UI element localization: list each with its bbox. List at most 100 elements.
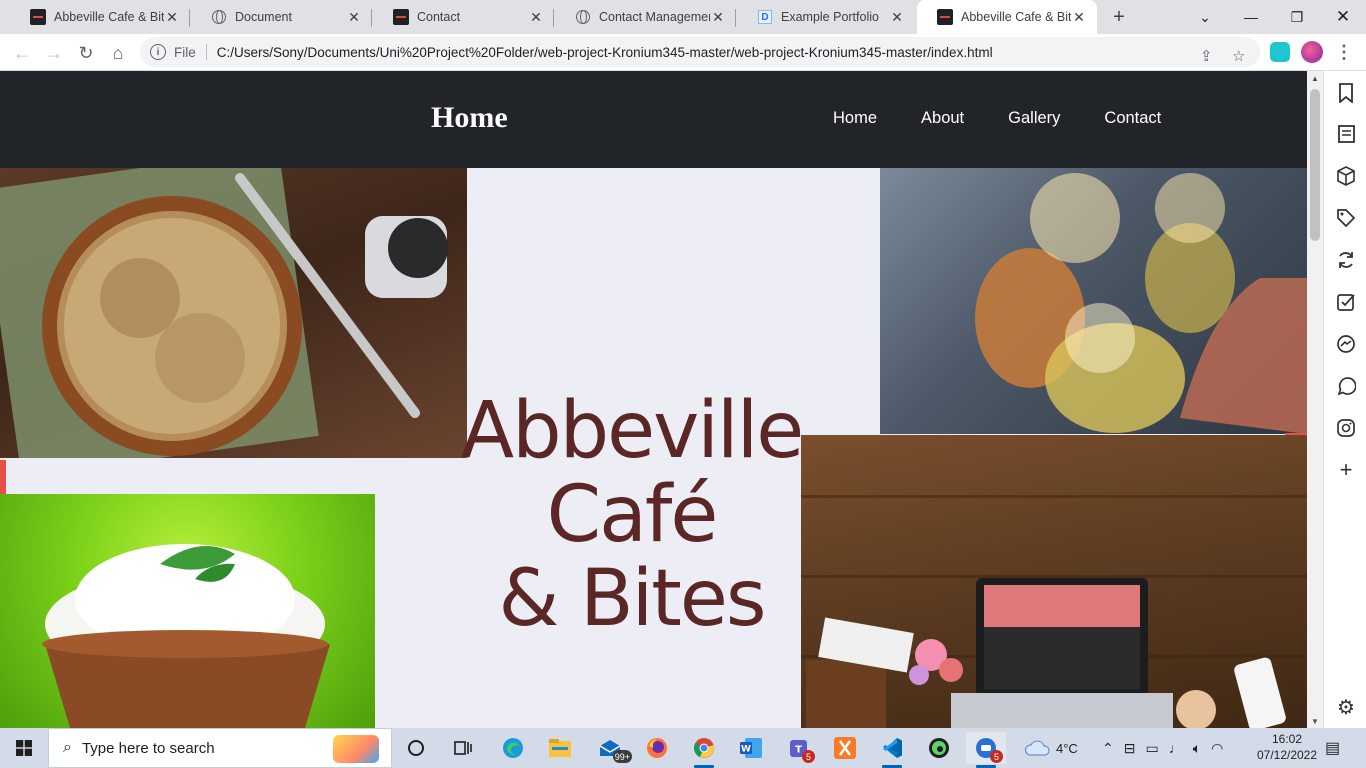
reading-list-icon[interactable] <box>1334 122 1358 146</box>
back-button[interactable]: ← <box>8 39 36 67</box>
tab-close-icon[interactable]: ✕ <box>346 9 362 25</box>
task-view-icon[interactable] <box>443 732 483 764</box>
wifi-icon[interactable]: ◠ <box>1211 740 1223 757</box>
clock-time: 16:02 <box>1271 732 1303 746</box>
teams-icon[interactable]: T 5 <box>778 732 818 764</box>
cortana-icon[interactable] <box>396 732 436 764</box>
checklist-icon[interactable] <box>1334 290 1358 314</box>
profile-avatar[interactable] <box>1301 41 1323 63</box>
info-icon[interactable]: i <box>150 44 166 60</box>
edge-icon[interactable] <box>493 732 533 764</box>
tab-close-icon[interactable]: ✕ <box>710 9 726 25</box>
tab-title: Example Portfolio <box>781 10 879 24</box>
tab-document[interactable]: Document ✕ <box>191 0 372 34</box>
weather-widget[interactable]: 4°C <box>1024 728 1078 768</box>
photo-laptop-desk <box>801 435 1307 728</box>
instagram-icon[interactable] <box>1334 416 1358 440</box>
scheme-label: File <box>174 44 196 60</box>
new-tab-button[interactable]: + <box>1108 6 1130 28</box>
teams-badge: 5 <box>802 750 815 763</box>
restore-button[interactable]: ❐ <box>1274 0 1320 34</box>
hero-title-line-1: Abbeville <box>460 386 805 476</box>
tab-contact-management[interactable]: Contact Management ✕ <box>555 0 736 34</box>
home-button[interactable]: ⌂ <box>104 39 132 67</box>
notification-icon[interactable]: ▤ <box>1325 728 1340 768</box>
tab-close-icon[interactable]: ✕ <box>889 9 905 25</box>
browser-toolbar: ← → ↻ ⌂ i File C:/Users/Sony/Documents/U… <box>0 34 1366 71</box>
nav-about-link[interactable]: About <box>921 109 964 128</box>
start-button[interactable] <box>0 728 48 768</box>
tab-title: Abbeville Cafe & Bites <box>961 10 1071 24</box>
nav-gallery-link[interactable]: Gallery <box>1008 109 1060 128</box>
tab-close-icon[interactable]: ✕ <box>528 9 544 25</box>
tab-abbeville-active[interactable]: Abbeville Cafe & Bites ✕ <box>917 0 1097 34</box>
page-scrollbar[interactable]: ▲ ▼ <box>1307 71 1323 728</box>
search-highlight-icon <box>333 735 379 763</box>
messenger-icon[interactable] <box>1334 332 1358 356</box>
minimize-button[interactable]: — <box>1228 0 1274 34</box>
hero-title-line-2: Café <box>546 470 719 560</box>
svg-text:W: W <box>741 745 751 755</box>
weather-temp: 4°C <box>1056 740 1078 756</box>
site-favicon-icon <box>937 9 953 25</box>
accent-bar <box>0 460 6 494</box>
search-icon: ⌕ <box>63 739 72 756</box>
edge-dev-icon[interactable] <box>919 732 959 764</box>
globe-icon <box>575 9 591 25</box>
scroll-down-arrow-icon[interactable]: ▼ <box>1307 714 1323 728</box>
settings-icon[interactable]: ⚙ <box>1334 695 1358 719</box>
tab-title: Contact Management <box>599 10 710 24</box>
scroll-up-arrow-icon[interactable]: ▲ <box>1307 71 1323 85</box>
bookmark-icon[interactable] <box>1334 81 1358 105</box>
close-window-button[interactable]: ✕ <box>1320 0 1366 34</box>
tab-title: Contact <box>417 10 461 24</box>
file-explorer-icon[interactable] <box>540 732 580 764</box>
firefox-icon[interactable] <box>637 732 677 764</box>
microphone-icon[interactable]: ♩ <box>1169 740 1183 756</box>
site-brand[interactable]: Home <box>431 101 508 135</box>
mail-badge: 99+ <box>612 750 632 763</box>
share-icon[interactable]: ⇪ <box>1200 47 1213 65</box>
xampp-icon[interactable] <box>825 732 865 764</box>
photo-sparkler-drinks <box>880 168 1307 434</box>
browser-side-panel: + ⚙ <box>1323 71 1366 728</box>
tab-abbeville-1[interactable]: Abbeville Cafe & Bites ✕ <box>10 0 190 34</box>
forward-button[interactable]: → <box>40 39 68 67</box>
nav-contact-link[interactable]: Contact <box>1104 109 1161 128</box>
sync-icon[interactable] <box>1334 248 1358 272</box>
chrome-icon[interactable] <box>684 732 724 768</box>
hero-title-line-3: & Bites <box>498 554 766 644</box>
site-favicon-icon <box>393 9 409 25</box>
add-icon[interactable]: + <box>1334 457 1358 482</box>
address-bar[interactable]: i File C:/Users/Sony/Documents/Uni%20Pro… <box>140 37 1260 67</box>
reload-button[interactable]: ↻ <box>72 39 100 67</box>
star-icon[interactable]: ☆ <box>1232 47 1245 65</box>
vscode-icon[interactable] <box>872 732 912 768</box>
scroll-thumb[interactable] <box>1310 89 1320 241</box>
whatsapp-icon[interactable] <box>1334 374 1358 398</box>
word-icon[interactable]: W <box>731 732 771 764</box>
battery-icon[interactable]: ▭ <box>1145 740 1158 757</box>
menu-icon[interactable]: ⋮ <box>1335 41 1353 63</box>
tab-search-chevron-icon[interactable]: ⌄ <box>1182 0 1228 34</box>
mail-icon[interactable]: 99+ <box>590 732 632 764</box>
nav-home-link[interactable]: Home <box>833 109 877 128</box>
url-text[interactable]: C:/Users/Sony/Documents/Uni%20Project%20… <box>217 45 993 60</box>
tab-example-portfolio[interactable]: D Example Portfolio ✕ <box>737 0 915 34</box>
volume-icon[interactable]: 🔈︎ <box>1193 740 1201 757</box>
extension-icon[interactable] <box>1270 42 1290 62</box>
tab-close-icon[interactable]: ✕ <box>164 9 180 25</box>
tab-title: Abbeville Cafe & Bites <box>54 10 164 24</box>
taskbar-search-input[interactable]: ⌕ Type here to search <box>48 728 392 768</box>
tab-contact[interactable]: Contact ✕ <box>373 0 554 34</box>
tag-icon[interactable] <box>1334 206 1358 230</box>
usb-icon[interactable]: ⊟ <box>1124 740 1136 757</box>
photo-quinoa-bowl <box>0 168 467 458</box>
clock-date: 07/12/2022 <box>1256 748 1318 762</box>
cube-icon[interactable] <box>1334 164 1358 188</box>
hero-title: Abbeville Café & Bites <box>440 389 823 641</box>
tab-close-icon[interactable]: ✕ <box>1071 9 1087 25</box>
taskbar-clock[interactable]: 16:02 07/12/2022 <box>1254 731 1320 763</box>
app-with-badge-icon[interactable]: 5 <box>966 732 1006 768</box>
tray-chevron-icon[interactable]: ⌃ <box>1102 740 1114 757</box>
